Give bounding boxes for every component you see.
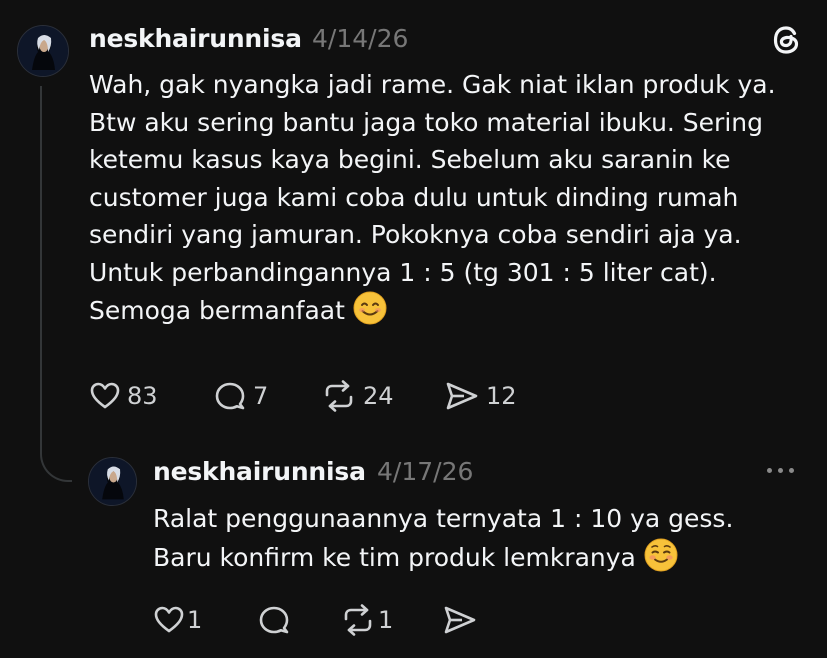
reply-line-1: Ralat penggunaannya ternyata 1 : 10 ya g… <box>153 504 734 533</box>
reply-reply-button[interactable] <box>257 604 297 636</box>
repost-button[interactable]: 24 <box>321 380 394 412</box>
post-body: Wah, gak nyangka jadi rame. Gak niat ikl… <box>89 66 814 336</box>
repost-icon <box>344 604 372 636</box>
reply-avatar[interactable] <box>88 457 137 506</box>
reply-button[interactable]: 7 <box>213 380 268 412</box>
post-date[interactable]: 4/14/26 <box>312 24 408 53</box>
reply-text-line-2: Baru konfirm ke tim produk lemkranya <box>153 543 636 572</box>
post-text: Wah, gak nyangka jadi rame. Gak niat ikl… <box>89 70 776 325</box>
reply-like-count: 1 <box>187 606 203 634</box>
reply-username[interactable]: neskhairunnisa <box>153 457 366 486</box>
send-icon <box>446 382 478 410</box>
comment-icon <box>215 382 245 410</box>
reply-share-button[interactable] <box>442 604 484 636</box>
reply-repost-button[interactable]: 1 <box>340 604 393 636</box>
reply-repost-count: 1 <box>378 606 394 634</box>
avatar[interactable] <box>17 25 69 77</box>
smiling-face-emoji <box>353 291 387 336</box>
heart-icon <box>90 382 120 409</box>
share-count: 12 <box>486 382 517 410</box>
share-button[interactable]: 12 <box>444 380 517 412</box>
send-icon <box>444 606 476 634</box>
comment-icon <box>259 606 289 634</box>
post-username[interactable]: neskhairunnisa <box>89 24 302 53</box>
reply-line-2: Baru konfirm ke tim produk lemkranya <box>153 538 678 583</box>
like-count: 83 <box>127 382 158 410</box>
avatar-image <box>18 26 68 76</box>
heart-icon <box>154 606 184 633</box>
avatar-image <box>89 458 136 505</box>
reply-date[interactable]: 4/17/26 <box>377 457 473 486</box>
reply-count: 7 <box>253 382 269 410</box>
dot-icon <box>778 468 783 473</box>
dot-icon <box>789 468 794 473</box>
reply-like-button[interactable]: 1 <box>153 604 202 636</box>
thread-line <box>40 86 42 358</box>
dot-icon <box>767 468 772 473</box>
repost-icon <box>325 380 353 412</box>
thread-connector <box>40 352 72 482</box>
repost-count: 24 <box>363 382 394 410</box>
threads-logo-icon[interactable] <box>771 24 801 56</box>
relieved-smiling-face-emoji <box>644 538 678 583</box>
like-button[interactable]: 83 <box>89 380 158 412</box>
more-options-button[interactable] <box>767 468 794 473</box>
